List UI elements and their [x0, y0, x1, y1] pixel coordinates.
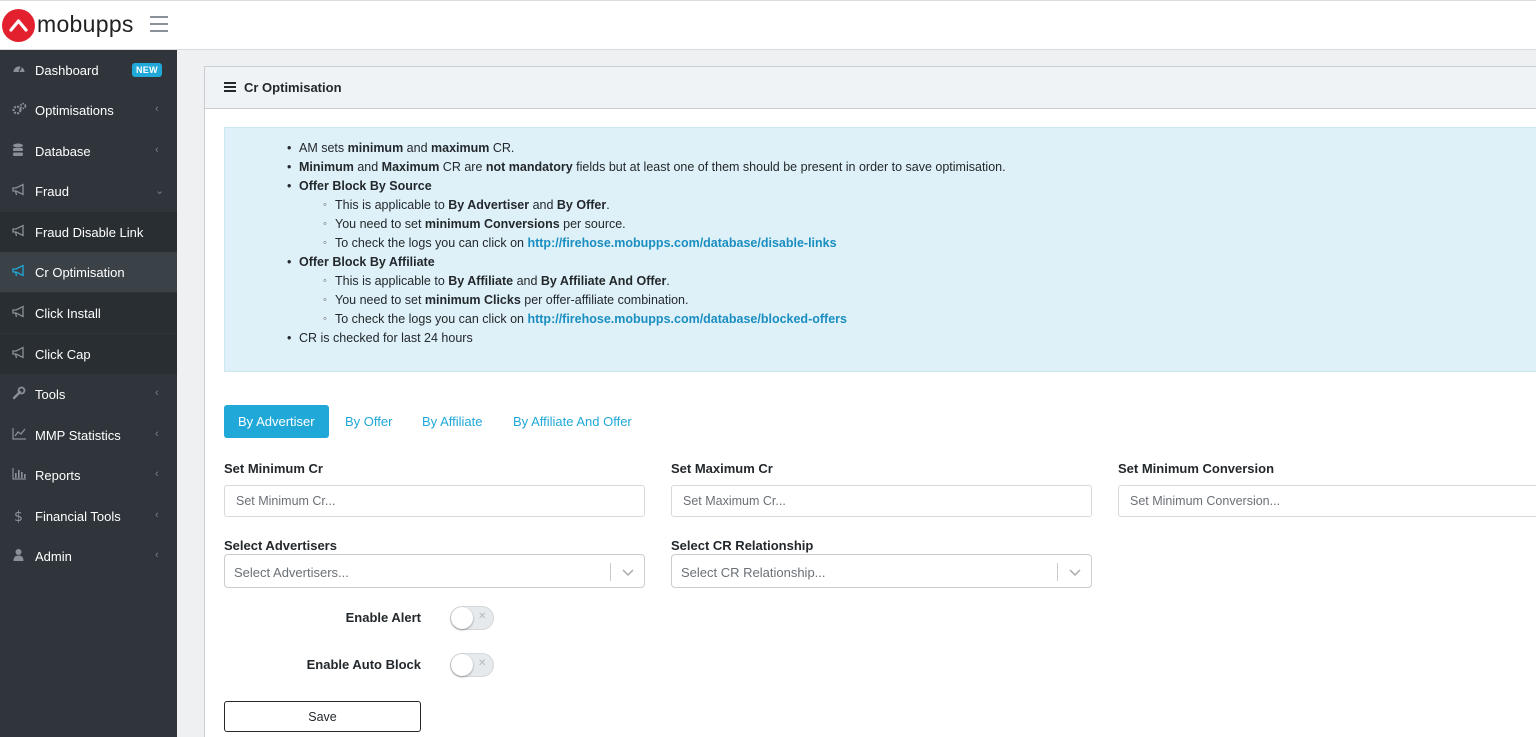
info-line: To check the logs you can click on http:… — [323, 236, 837, 250]
list-icon — [224, 82, 236, 92]
sidebar-item-financial-tools[interactable]: $ Financial Tools ‹ — [0, 496, 177, 536]
info-alert: AM sets minimum and maximum CR. Minimum … — [224, 127, 1536, 372]
close-icon: ✕ — [478, 658, 487, 669]
bullhorn-icon — [12, 346, 28, 362]
enable-auto-block-toggle[interactable]: ✕ — [450, 653, 494, 677]
close-icon: ✕ — [478, 611, 487, 622]
min-conversion-input[interactable] — [1118, 485, 1536, 517]
disable-links-link[interactable]: http://firehose.mobupps.com/database/dis… — [527, 236, 836, 250]
sidebar-item-cr-optimisation[interactable]: Cr Optimisation — [0, 252, 177, 292]
info-line: You need to set minimum Conversions per … — [323, 217, 626, 231]
advertisers-select[interactable]: Select Advertisers... — [224, 554, 645, 588]
line-chart-icon — [12, 427, 28, 443]
chevron-left-icon: ‹ — [155, 103, 159, 115]
sidebar: Dashboard NEW Optimisations ‹ Database ‹… — [0, 50, 177, 737]
tab-by-offer[interactable]: By Offer — [331, 405, 406, 438]
info-line: AM sets minimum and maximum CR. — [287, 141, 514, 155]
chevron-left-icon: ‹ — [155, 509, 159, 521]
min-cr-label: Set Minimum Cr — [224, 461, 323, 476]
sidebar-item-fraud-disable-link[interactable]: Fraud Disable Link — [0, 212, 177, 252]
min-conversion-label: Set Minimum Conversion — [1118, 461, 1275, 476]
max-cr-input[interactable] — [671, 485, 1092, 517]
bar-chart-icon — [12, 467, 28, 483]
sidebar-item-click-cap[interactable]: Click Cap — [0, 334, 177, 374]
bullhorn-icon — [12, 224, 28, 240]
info-line: Offer Block By Source — [287, 179, 432, 193]
info-line: CR is checked for last 24 hours — [287, 331, 473, 345]
brand-name[interactable]: mobupps — [37, 11, 134, 38]
chevron-left-icon: ‹ — [155, 468, 159, 480]
blocked-offers-link[interactable]: http://firehose.mobupps.com/database/blo… — [527, 312, 847, 326]
chevron-down-icon — [1068, 565, 1082, 579]
cr-optimisation-card: Cr Optimisation AM sets minimum and maxi… — [204, 66, 1536, 737]
card-header: Cr Optimisation — [205, 67, 1536, 109]
cr-relationship-select[interactable]: Select CR Relationship... — [671, 554, 1092, 588]
tab-by-advertiser[interactable]: By Advertiser — [224, 405, 329, 438]
tab-by-affiliate[interactable]: By Affiliate — [408, 405, 496, 438]
sidebar-item-database[interactable]: Database ‹ — [0, 131, 177, 171]
user-icon — [12, 548, 28, 564]
svg-text:$: $ — [14, 509, 23, 523]
sidebar-item-click-install[interactable]: Click Install — [0, 293, 177, 333]
database-icon — [12, 143, 28, 159]
tab-by-affiliate-and-offer[interactable]: By Affiliate And Offer — [499, 405, 646, 438]
dashboard-icon — [12, 62, 28, 78]
cogs-icon — [12, 102, 28, 118]
bullhorn-icon — [12, 264, 28, 280]
info-line: To check the logs you can click on http:… — [323, 312, 847, 326]
info-line: This is applicable to By Affiliate and B… — [323, 274, 670, 288]
page-title: Cr Optimisation — [244, 80, 342, 95]
chevron-down-icon: ⌄ — [155, 185, 165, 197]
sidebar-item-dashboard[interactable]: Dashboard NEW — [0, 50, 177, 90]
wrench-icon — [12, 386, 28, 402]
chevron-left-icon: ‹ — [155, 387, 159, 399]
info-line: Offer Block By Affiliate — [287, 255, 435, 269]
bullhorn-icon — [12, 305, 28, 321]
cr-relationship-placeholder: Select CR Relationship... — [681, 565, 826, 580]
chevron-left-icon: ‹ — [155, 549, 159, 561]
info-line: This is applicable to By Advertiser and … — [323, 198, 610, 212]
top-navbar: mobupps — [0, 0, 1536, 50]
enable-auto-block-label: Enable Auto Block — [306, 657, 421, 672]
sidebar-item-mmp-statistics[interactable]: MMP Statistics ‹ — [0, 415, 177, 455]
chevron-down-icon — [621, 565, 635, 579]
toggle-knob — [451, 654, 473, 676]
sidebar-item-reports[interactable]: Reports ‹ — [0, 455, 177, 495]
toggle-knob — [451, 607, 473, 629]
chevron-left-icon: ‹ — [155, 428, 159, 440]
bullhorn-icon — [12, 183, 28, 199]
enable-alert-toggle[interactable]: ✕ — [450, 606, 494, 630]
min-cr-input[interactable] — [224, 485, 645, 517]
chevron-left-icon: ‹ — [155, 144, 159, 156]
sidebar-item-tools[interactable]: Tools ‹ — [0, 374, 177, 414]
info-line: Minimum and Maximum CR are not mandatory… — [287, 160, 1006, 174]
dollar-icon: $ — [12, 508, 28, 525]
max-cr-label: Set Maximum Cr — [671, 461, 773, 476]
enable-alert-label: Enable Alert — [345, 610, 421, 625]
sidebar-item-fraud[interactable]: Fraud ⌄ — [0, 171, 177, 211]
sidebar-toggle-icon[interactable] — [150, 16, 168, 32]
advertisers-placeholder: Select Advertisers... — [234, 565, 349, 580]
new-badge: NEW — [132, 63, 162, 77]
mobupps-logo-icon[interactable] — [2, 9, 35, 42]
save-button[interactable]: Save — [224, 701, 421, 732]
sidebar-item-optimisations[interactable]: Optimisations ‹ — [0, 90, 177, 130]
cr-relationship-label: Select CR Relationship — [671, 538, 814, 553]
sidebar-item-admin[interactable]: Admin ‹ — [0, 536, 177, 576]
info-line: You need to set minimum Clicks per offer… — [323, 293, 689, 307]
advertisers-label: Select Advertisers — [224, 538, 337, 553]
